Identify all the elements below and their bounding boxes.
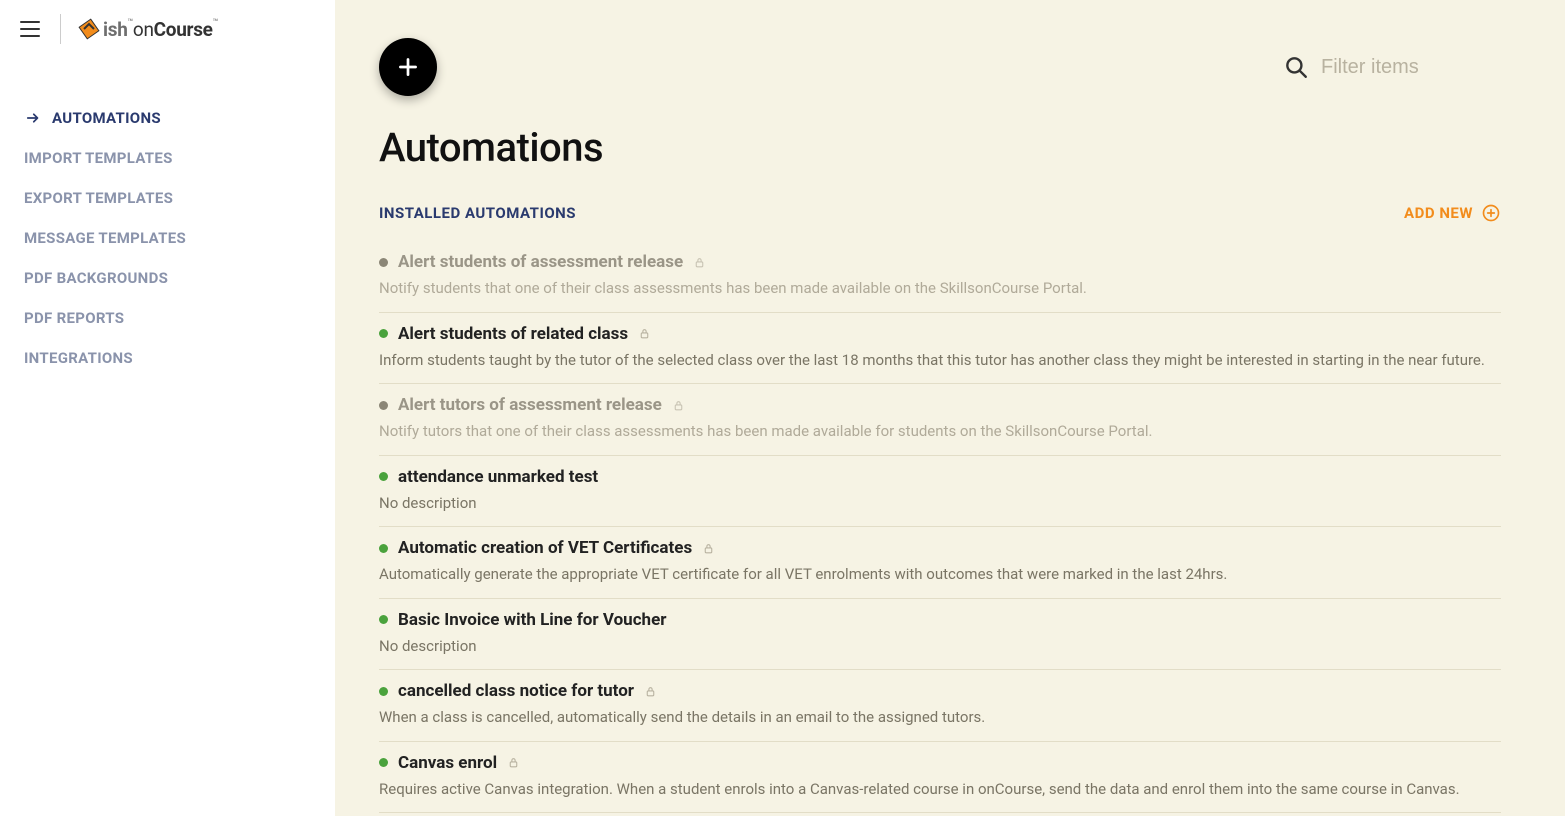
divider <box>60 14 61 44</box>
status-dot-inactive-icon <box>379 258 388 267</box>
lock-icon <box>507 756 520 769</box>
logo-mark-icon <box>77 17 101 41</box>
automation-title: attendance unmarked test <box>398 467 598 487</box>
logo-text: ish™onCourse™ <box>103 18 218 41</box>
nav-item-automations[interactable]: AUTOMATIONS <box>24 98 311 138</box>
automation-title: Basic Invoice with Line for Voucher <box>398 610 666 630</box>
automation-item[interactable]: Basic Invoice with Line for Voucher No de… <box>379 599 1501 671</box>
nav-item-label: INTEGRATIONS <box>24 349 133 367</box>
add-new-label: ADD NEW <box>1404 204 1473 222</box>
add-fab-button[interactable] <box>379 38 437 96</box>
main-content: Automations INSTALLED AUTOMATIONS ADD NE… <box>335 0 1565 816</box>
lock-icon <box>693 256 706 269</box>
nav-item-message-templates[interactable]: MESSAGE TEMPLATES <box>24 218 311 258</box>
automation-title: Alert students of related class <box>398 324 628 344</box>
automation-item[interactable]: cancelled class notice for tutor When a c… <box>379 670 1501 742</box>
automation-description: When a class is cancelled, automatically… <box>379 706 1501 729</box>
automation-item[interactable]: Alert students of assessment release Noti… <box>379 241 1501 313</box>
search-container <box>1283 54 1521 80</box>
nav-item-label: AUTOMATIONS <box>52 109 161 127</box>
logo[interactable]: ish™onCourse™ <box>77 17 218 41</box>
automation-title: cancelled class notice for tutor <box>398 681 634 701</box>
status-dot-active-icon <box>379 758 388 767</box>
automation-description: No description <box>379 492 1501 515</box>
lock-icon <box>644 685 657 698</box>
top-bar <box>379 38 1521 96</box>
nav-item-label: PDF REPORTS <box>24 309 124 327</box>
nav-item-export-templates[interactable]: EXPORT TEMPLATES <box>24 178 311 218</box>
plus-circle-icon <box>1481 203 1501 223</box>
status-dot-inactive-icon <box>379 401 388 410</box>
automation-description: Automatically generate the appropriate V… <box>379 563 1501 586</box>
automation-title: Automatic creation of VET Certificates <box>398 538 692 558</box>
automation-item-head: Basic Invoice with Line for Voucher <box>379 610 1501 630</box>
automation-item[interactable]: Automatic creation of VET Certificates Au… <box>379 527 1501 599</box>
sidebar-nav: AUTOMATIONS IMPORT TEMPLATES EXPORT TEMPLA… <box>0 58 335 378</box>
automation-description: Notify students that one of their class … <box>379 277 1501 300</box>
automation-item[interactable]: Canvas enrol Requires active Canvas integ… <box>379 742 1501 814</box>
automation-description: No description <box>379 635 1501 658</box>
plus-icon <box>395 54 421 80</box>
nav-item-pdf-reports[interactable]: PDF REPORTS <box>24 298 311 338</box>
automation-title: Alert students of assessment release <box>398 252 683 272</box>
section-title: INSTALLED AUTOMATIONS <box>379 204 576 222</box>
automation-item[interactable]: Alert students of related class Inform st… <box>379 313 1501 385</box>
nav-item-label: PDF BACKGROUNDS <box>24 269 168 287</box>
status-dot-active-icon <box>379 472 388 481</box>
lock-icon <box>638 327 651 340</box>
status-dot-active-icon <box>379 615 388 624</box>
lock-icon <box>672 399 685 412</box>
automations-list[interactable]: Alert students of assessment release Noti… <box>379 241 1521 816</box>
automation-description: Notify tutors that one of their class as… <box>379 420 1501 443</box>
automation-description: Inform students taught by the tutor of t… <box>379 349 1501 372</box>
status-dot-active-icon <box>379 329 388 338</box>
lock-icon <box>702 542 715 555</box>
automation-item-head: Alert students of assessment release <box>379 252 1501 272</box>
status-dot-active-icon <box>379 544 388 553</box>
automation-title: Canvas enrol <box>398 753 497 773</box>
automation-item[interactable]: attendance unmarked test No description <box>379 456 1501 528</box>
nav-item-integrations[interactable]: INTEGRATIONS <box>24 338 311 378</box>
automation-item-head: Alert students of related class <box>379 324 1501 344</box>
search-input[interactable] <box>1321 56 1521 79</box>
nav-item-label: EXPORT TEMPLATES <box>24 189 173 207</box>
nav-item-import-templates[interactable]: IMPORT TEMPLATES <box>24 138 311 178</box>
automation-item-head: Alert tutors of assessment release <box>379 395 1501 415</box>
automation-item-head: Canvas enrol <box>379 753 1501 773</box>
add-new-button[interactable]: ADD NEW <box>1404 203 1501 223</box>
sidebar-header: ish™onCourse™ <box>0 0 335 58</box>
nav-item-label: IMPORT TEMPLATES <box>24 149 173 167</box>
automation-item-head: Automatic creation of VET Certificates <box>379 538 1501 558</box>
arrow-right-icon <box>24 109 42 127</box>
search-icon[interactable] <box>1283 54 1309 80</box>
automation-item-head: attendance unmarked test <box>379 467 1501 487</box>
automation-item-head: cancelled class notice for tutor <box>379 681 1501 701</box>
status-dot-active-icon <box>379 687 388 696</box>
automation-description: Requires active Canvas integration. When… <box>379 778 1501 801</box>
hamburger-icon[interactable] <box>20 17 44 41</box>
nav-item-label: MESSAGE TEMPLATES <box>24 229 186 247</box>
sidebar: ish™onCourse™ AUTOMATIONS IMPORT TEMPLATE… <box>0 0 335 816</box>
page-title: Automations <box>379 124 1521 171</box>
automation-title: Alert tutors of assessment release <box>398 395 662 415</box>
section-header: INSTALLED AUTOMATIONS ADD NEW <box>379 203 1521 223</box>
automation-item[interactable]: Alert tutors of assessment release Notify… <box>379 384 1501 456</box>
nav-item-pdf-backgrounds[interactable]: PDF BACKGROUNDS <box>24 258 311 298</box>
